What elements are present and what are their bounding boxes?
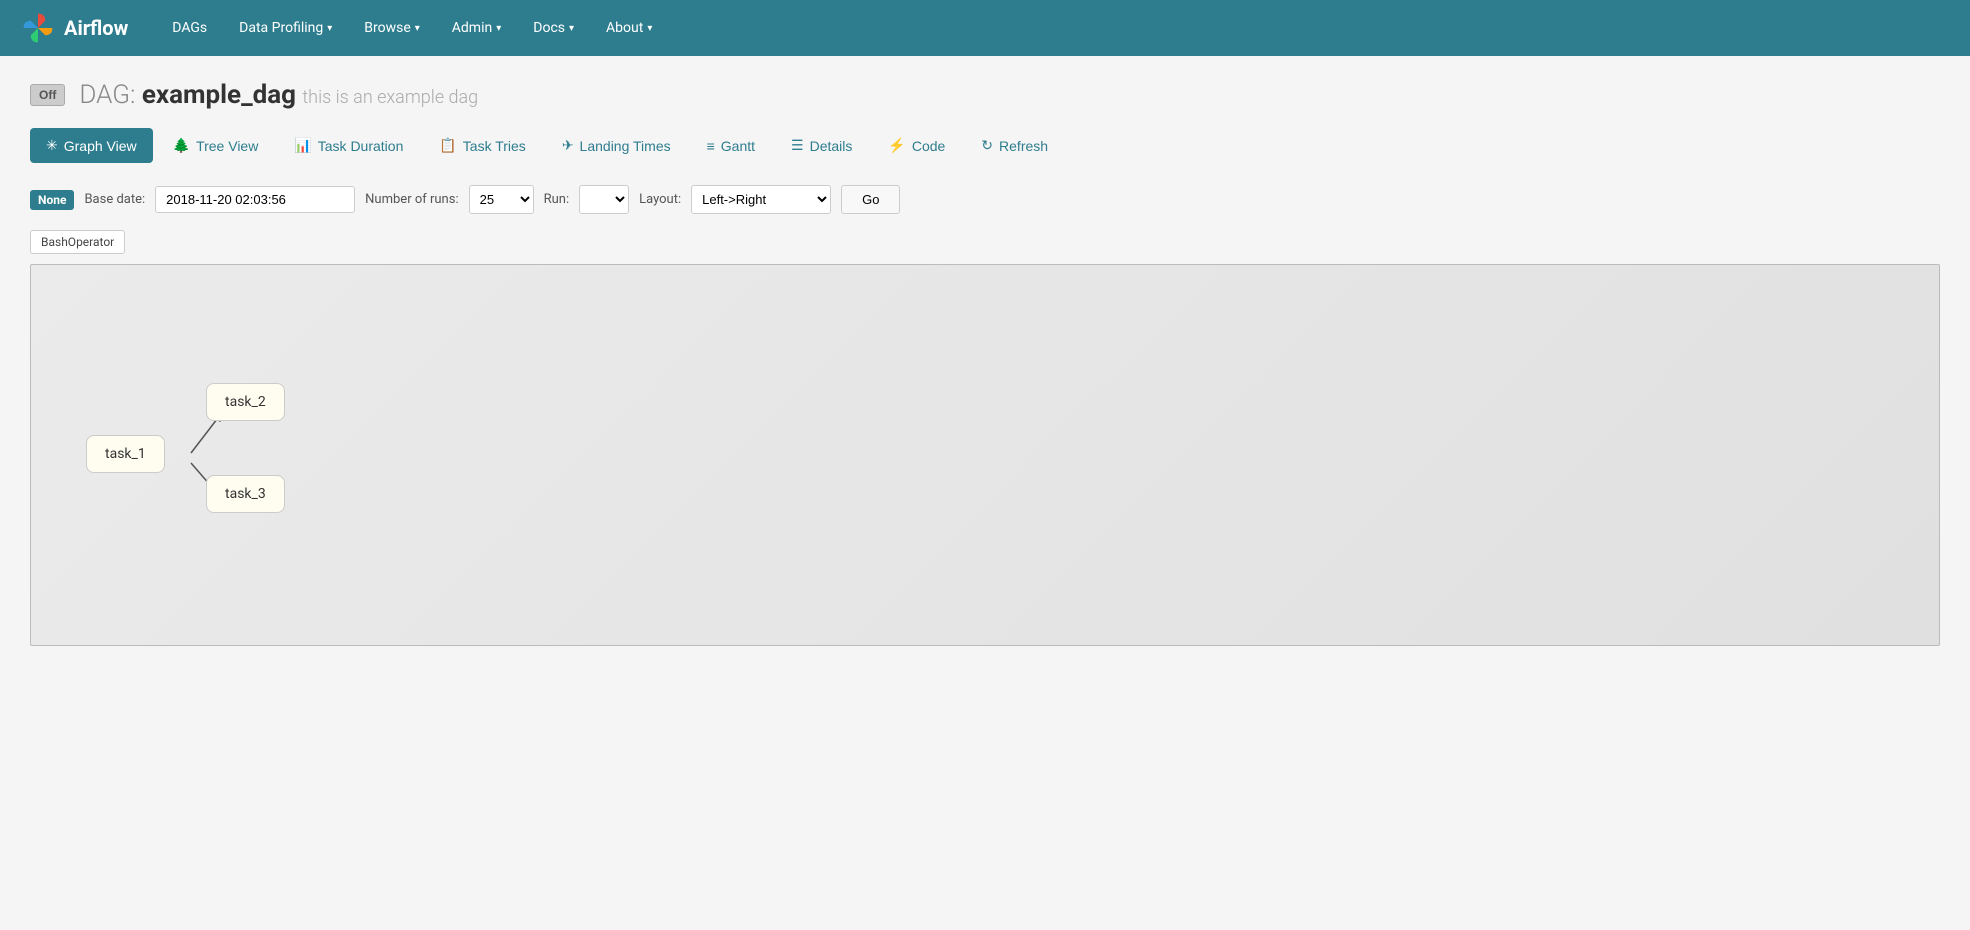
page-header: Off DAG: example_dag this is an example … <box>30 80 1940 110</box>
caret-icon: ▾ <box>327 23 332 34</box>
graph-area: task_1 task_2 task_3 <box>30 264 1940 646</box>
caret-icon: ▾ <box>647 23 652 34</box>
gantt-icon: ≡ <box>707 138 715 154</box>
layout-select[interactable]: Left->Right Top->Bottom <box>691 185 831 214</box>
runs-select[interactable]: 25 <box>469 185 534 214</box>
run-label: Run: <box>544 192 570 207</box>
go-button[interactable]: Go <box>841 185 900 214</box>
base-date-input[interactable] <box>155 186 355 213</box>
graph-inner: task_1 task_2 task_3 <box>31 265 1939 645</box>
nav-docs[interactable]: Docs ▾ <box>519 12 588 44</box>
nav-about[interactable]: About ▾ <box>592 12 666 44</box>
task-node-task1[interactable]: task_1 <box>86 435 165 473</box>
tab-task-tries[interactable]: 📋 Task Tries <box>423 128 541 163</box>
layout-label: Layout: <box>639 192 681 207</box>
refresh-icon: ↻ <box>981 137 993 154</box>
nav-brand[interactable]: Airflow <box>20 10 128 46</box>
nav-links: DAGs Data Profiling ▾ Browse ▾ Admin ▾ D… <box>158 12 666 44</box>
tab-details[interactable]: ☰ Details <box>775 128 868 163</box>
tab-graph-view[interactable]: ✳ Graph View <box>30 128 153 163</box>
controls-bar: None Base date: Number of runs: 25 Run: … <box>30 185 1940 214</box>
bar-chart-icon: 📊 <box>294 137 311 154</box>
dag-name: example_dag <box>142 80 296 110</box>
nav-admin[interactable]: Admin ▾ <box>438 12 515 44</box>
graph-icon: ✳ <box>46 137 58 154</box>
tab-gantt[interactable]: ≡ Gantt <box>691 129 771 163</box>
task-node-task3[interactable]: task_3 <box>206 475 285 513</box>
caret-icon: ▾ <box>569 23 574 34</box>
tree-icon: 🌲 <box>173 137 190 154</box>
task-node-task2[interactable]: task_2 <box>206 383 285 421</box>
details-icon: ☰ <box>791 137 804 154</box>
graph-edges-svg <box>31 265 1939 645</box>
code-icon: ⚡ <box>888 137 905 154</box>
nav-data-profiling[interactable]: Data Profiling ▾ <box>225 12 346 44</box>
caret-icon: ▾ <box>496 23 501 34</box>
run-select[interactable] <box>579 185 629 214</box>
airflow-logo-icon <box>20 10 56 46</box>
tab-refresh[interactable]: ↻ Refresh <box>965 128 1064 163</box>
nav-browse[interactable]: Browse ▾ <box>350 12 434 44</box>
dag-title: DAG: example_dag this is an example dag <box>79 80 478 110</box>
dag-toggle[interactable]: Off <box>30 84 65 106</box>
tab-task-duration[interactable]: 📊 Task Duration <box>278 128 419 163</box>
landing-icon: ✈ <box>562 137 574 154</box>
dag-description: this is an example dag <box>302 87 478 108</box>
base-date-label: Base date: <box>84 192 145 207</box>
view-tabs: ✳ Graph View 🌲 Tree View 📊 Task Duration… <box>30 128 1940 163</box>
legend-item-bashoperator[interactable]: BashOperator <box>30 230 125 254</box>
tab-tree-view[interactable]: 🌲 Tree View <box>157 128 275 163</box>
task-tries-icon: 📋 <box>439 137 456 154</box>
main-content: Off DAG: example_dag this is an example … <box>0 56 1970 670</box>
legend: BashOperator <box>30 230 1940 254</box>
nav-dags[interactable]: DAGs <box>158 12 221 44</box>
tab-code[interactable]: ⚡ Code <box>872 128 961 163</box>
caret-icon: ▾ <box>415 23 420 34</box>
tab-landing-times[interactable]: ✈ Landing Times <box>546 128 687 163</box>
navbar: Airflow DAGs Data Profiling ▾ Browse ▾ A… <box>0 0 1970 56</box>
none-badge: None <box>30 190 74 210</box>
runs-label: Number of runs: <box>365 192 458 207</box>
